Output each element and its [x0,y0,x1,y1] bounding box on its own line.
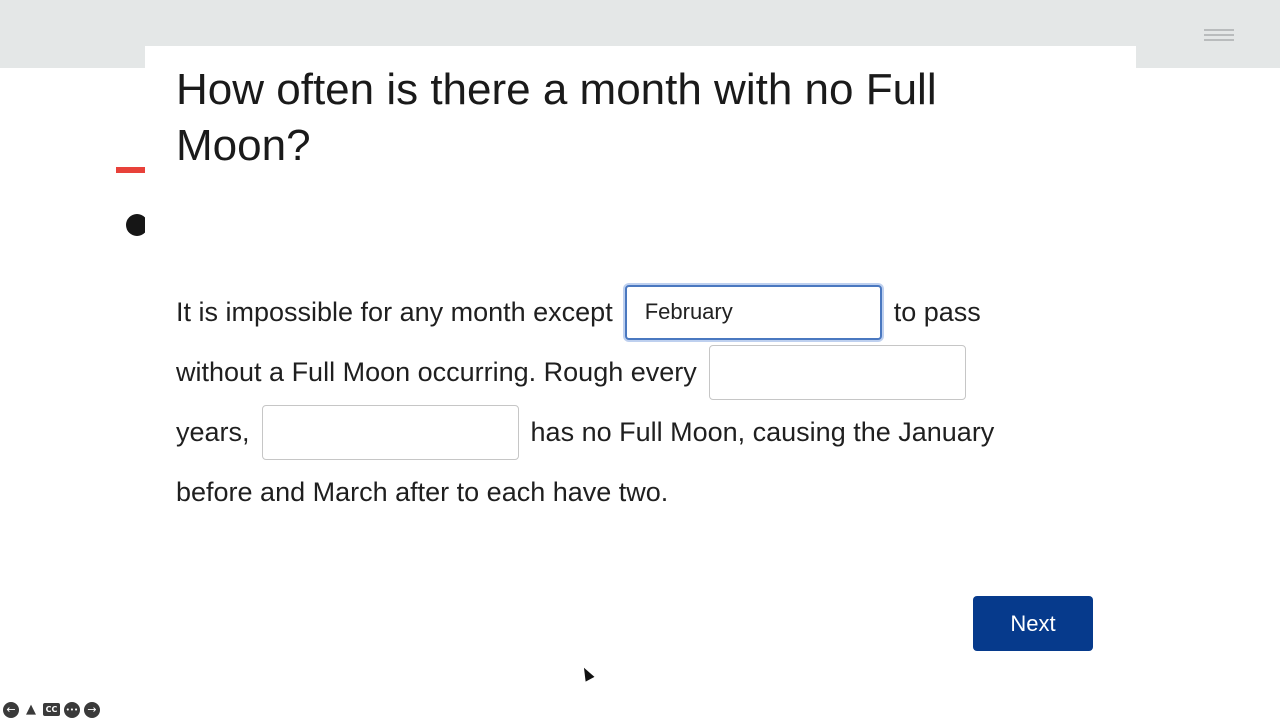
passage-line: years, has no Full Moon, causing the Jan… [176,402,994,462]
blank-input-2[interactable] [708,344,966,400]
back-arrow-icon[interactable]: ← [3,701,19,718]
menu-line [1204,29,1234,31]
closed-captions-icon[interactable]: CC [43,703,60,716]
question-title: How often is there a month with no Full … [176,65,937,170]
blank-input-1[interactable] [624,284,882,340]
passage-text: without a Full Moon occurring. Rough eve… [176,356,697,387]
passage-line: It is impossible for any month except to… [176,282,981,342]
passage-text: has no Full Moon, causing the January [530,416,995,447]
passage-text: It is impossible for any month except [176,296,613,327]
hamburger-menu-icon[interactable] [1198,26,1238,46]
passage-line: before and March after to each have two. [176,462,668,522]
menu-line [1204,39,1234,41]
blank-input-3[interactable] [261,404,519,460]
next-button[interactable]: Next [973,596,1093,651]
menu-line [1204,34,1234,36]
audio-level-icon[interactable]: ▲ [23,702,39,718]
question-card: How often is there a month with no Full … [145,46,1136,686]
forward-arrow-icon[interactable]: → [84,701,100,718]
background-red-accent [116,167,145,173]
passage-text: before and March after to each have two. [176,476,669,507]
passage-text: years, [176,416,250,447]
passage-text: to pass [893,296,981,327]
passage-line: without a Full Moon occurring. Rough eve… [176,342,978,402]
player-controls: ← ▲ CC ••• → [3,701,100,718]
more-options-icon[interactable]: ••• [64,701,80,718]
